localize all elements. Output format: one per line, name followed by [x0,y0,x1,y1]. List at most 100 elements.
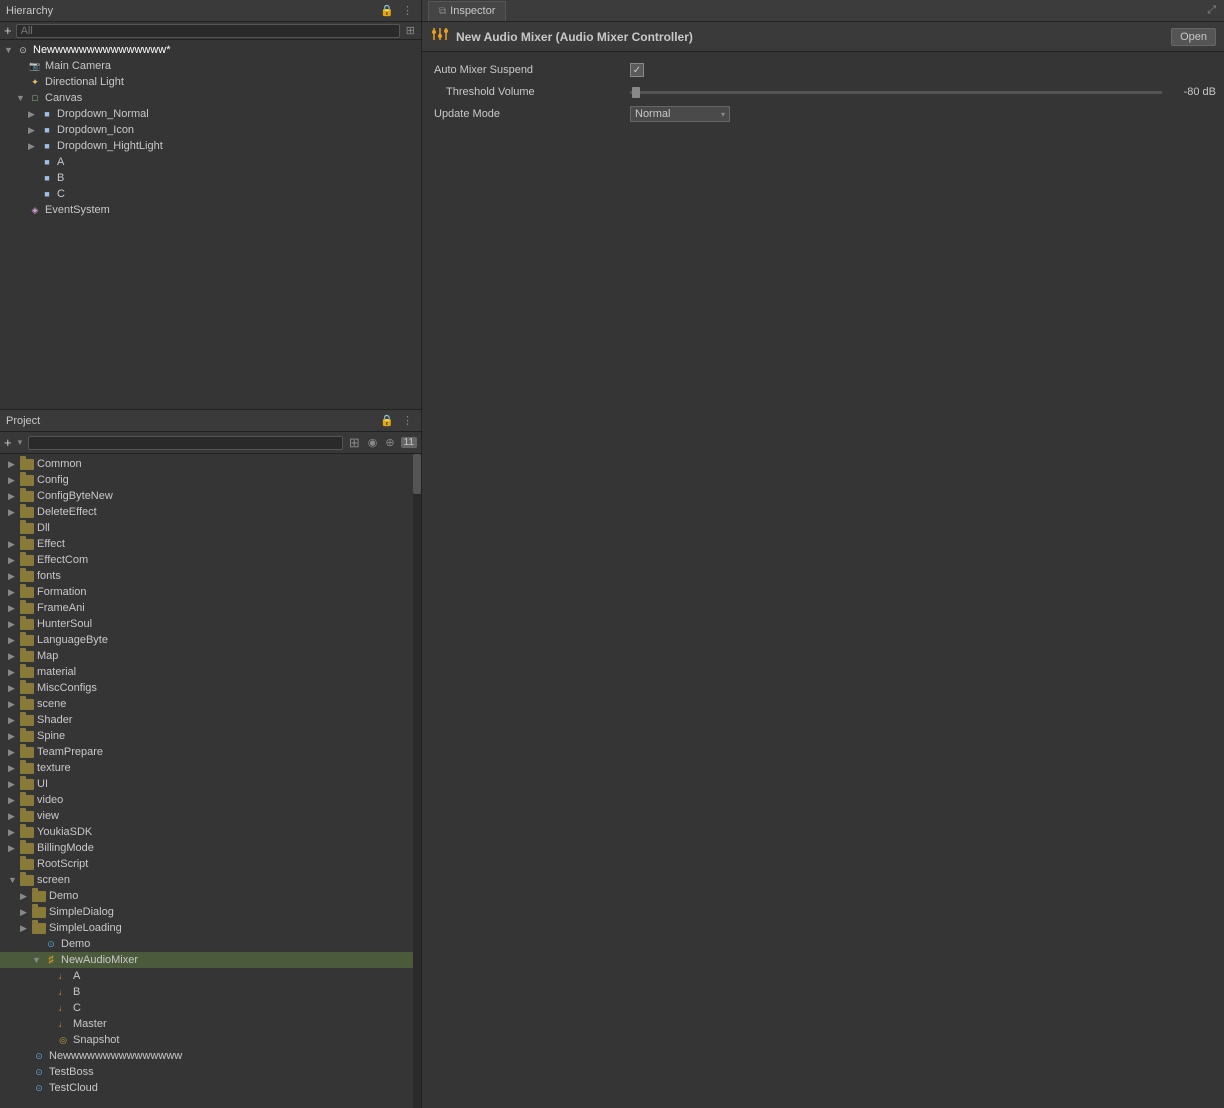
project-more-icon[interactable]: ⋮ [400,413,415,428]
folder-texture[interactable]: ▶ texture [0,760,421,776]
project-icon-2[interactable]: ◉ [366,435,380,450]
project-scrollbar-thumb[interactable] [413,454,421,494]
folder-label-view: view [37,810,59,822]
folder-demo[interactable]: ▶ Demo [0,888,421,904]
hierarchy-label-dropdown-icon: Dropdown_Icon [57,124,134,136]
folder-frameani[interactable]: ▶ FrameAni [0,600,421,616]
inspector-row-auto-mixer-suspend: Auto Mixer Suspend ✓ [430,60,1216,80]
inspector-slider-value-threshold: -80 dB [1166,86,1216,98]
folder-label-languagebyte: LanguageByte [37,634,108,646]
folder-shader[interactable]: ▶ Shader [0,712,421,728]
hierarchy-item-main-camera[interactable]: 📷 Main Camera [0,58,421,74]
inspector-open-button[interactable]: Open [1171,28,1216,46]
folder-label-youkiasdk: YoukiaSDK [37,826,92,838]
project-lock-icon[interactable]: 🔒 [378,413,396,428]
project-search-input[interactable] [28,436,343,450]
inspector-maximize-icon[interactable]: ⤢ [1205,3,1218,18]
folder-ui[interactable]: ▶ UI [0,776,421,792]
folder-rootscript[interactable]: ▶ RootScript [0,856,421,872]
hierarchy-title: Hierarchy [6,5,53,17]
project-add-button[interactable]: + [4,435,12,450]
project-icon-1[interactable]: ⊞ [347,434,362,452]
project-dropdown-arrow[interactable]: ▾ [16,436,25,449]
folder-formation[interactable]: ▶ Formation [0,584,421,600]
project-scrollbar-track[interactable] [413,454,421,1108]
hierarchy-panel: Hierarchy 🔒 ⋮ + ⊞ ▼ ⊙ Newwwwwwwwwwwwwww* [0,0,421,410]
hierarchy-search-input[interactable] [16,24,400,38]
folder-view[interactable]: ▶ view [0,808,421,824]
file-newaudiomixer[interactable]: ▼ ♯ NewAudioMixer [0,952,421,968]
folder-teamprepare[interactable]: ▶ TeamPrepare [0,744,421,760]
mixer-channel-a[interactable]: ▶ ♩ A [0,968,421,984]
hierarchy-item-c[interactable]: ■ C [0,186,421,202]
folder-map[interactable]: ▶ Map [0,648,421,664]
project-icon-3[interactable]: ⊕ [383,435,396,450]
hierarchy-lock-icon[interactable]: 🔒 [378,3,396,18]
inspector-label-update-mode: Update Mode [430,108,630,120]
file-testcloud[interactable]: ▶ ⊙ TestCloud [0,1080,421,1096]
folder-huntersoul[interactable]: ▶ HunterSoul [0,616,421,632]
folder-billingmode[interactable]: ▶ BillingMode [0,840,421,856]
hierarchy-item-a[interactable]: ■ A [0,154,421,170]
folder-common[interactable]: ▶ Common [0,456,421,472]
inspector-label-auto-mixer-suspend: Auto Mixer Suspend [430,64,630,76]
project-toolbar: + ▾ ⊞ ◉ ⊕ 11 [0,432,421,454]
folder-label-screen: screen [37,874,70,886]
mixer-label-c: C [73,1002,81,1014]
folder-material[interactable]: ▶ material [0,664,421,680]
inspector-checkbox-auto-mixer-suspend[interactable]: ✓ [630,63,644,77]
folder-effect[interactable]: ▶ Effect [0,536,421,552]
folder-label-billingmode: BillingMode [37,842,94,854]
folder-dll[interactable]: ▶ Dll [0,520,421,536]
inspector-tab[interactable]: ⧉ Inspector [428,1,506,21]
file-demo2[interactable]: ▶ ⊙ Demo [0,936,421,952]
folder-label-ui: UI [37,778,48,790]
folder-languagebyte[interactable]: ▶ LanguageByte [0,632,421,648]
hierarchy-item-dropdown-icon[interactable]: ▶ ■ Dropdown_Icon [0,122,421,138]
folder-label-huntersoul: HunterSoul [37,618,92,630]
folder-label-material: material [37,666,76,678]
mixer-channel-c[interactable]: ▶ ♩ C [0,1000,421,1016]
mixer-snapshot[interactable]: ▶ ◎ Snapshot [0,1032,421,1048]
folder-simpleloading[interactable]: ▶ SimpleLoading [0,920,421,936]
hierarchy-scene-root[interactable]: ▼ ⊙ Newwwwwwwwwwwwwww* [0,42,421,58]
folder-configbytenew[interactable]: ▶ ConfigByteNew [0,488,421,504]
folder-config[interactable]: ▶ Config [0,472,421,488]
hierarchy-add-button[interactable]: + [4,23,12,38]
hierarchy-label-directional-light: Directional Light [45,76,124,88]
folder-youkiasdk[interactable]: ▶ YoukiaSDK [0,824,421,840]
folder-deleteeffect[interactable]: ▶ DeleteEffect [0,504,421,520]
mixer-label-master: Master [73,1018,107,1030]
file-newwww[interactable]: ▶ ⊙ Newwwwwwwwwwwwwww [0,1048,421,1064]
mixer-channel-master[interactable]: ▶ ♩ Master [0,1016,421,1032]
folder-fonts[interactable]: ▶ fonts [0,568,421,584]
folder-label-spine: Spine [37,730,65,742]
folder-screen[interactable]: ▼ screen [0,872,421,888]
folder-simpledialog[interactable]: ▶ SimpleDialog [0,904,421,920]
hierarchy-item-directional-light[interactable]: ✦ Directional Light [0,74,421,90]
file-testboss[interactable]: ▶ ⊙ TestBoss [0,1064,421,1080]
folder-label-formation: Formation [37,586,87,598]
folder-miscconfigs[interactable]: ▶ MiscConfigs [0,680,421,696]
folder-video[interactable]: ▶ video [0,792,421,808]
hierarchy-search-icon[interactable]: ⊞ [404,23,417,38]
hierarchy-label-dropdown-normal: Dropdown_Normal [57,108,149,120]
inspector-dropdown-update-mode[interactable]: Normal ▾ [630,106,730,122]
inspector-panel: ⧉ Inspector ⤢ New Audio Mixer (Audio Mix… [422,0,1224,1108]
inspector-slider-threshold-volume[interactable]: -80 dB [630,86,1216,98]
folder-effectcom[interactable]: ▶ EffectCom [0,552,421,568]
hierarchy-item-dropdown-normal[interactable]: ▶ ■ Dropdown_Normal [0,106,421,122]
hierarchy-item-eventsystem[interactable]: ◈ EventSystem [0,202,421,218]
mixer-channel-b[interactable]: ▶ ♩ B [0,984,421,1000]
inspector-tab-label: Inspector [450,5,495,17]
hierarchy-item-dropdown-highlight[interactable]: ▶ ■ Dropdown_HightLight [0,138,421,154]
folder-spine[interactable]: ▶ Spine [0,728,421,744]
mixer-label-b: B [73,986,80,998]
hierarchy-item-b[interactable]: ■ B [0,170,421,186]
folder-scene[interactable]: ▶ scene [0,696,421,712]
mixer-label-snapshot: Snapshot [73,1034,119,1046]
hierarchy-item-canvas[interactable]: ▼ □ Canvas [0,90,421,106]
inspector-label-threshold-volume: Threshold Volume [430,86,630,98]
hierarchy-content: ▼ ⊙ Newwwwwwwwwwwwwww* 📷 Main Camera ✦ D… [0,40,421,409]
hierarchy-more-icon[interactable]: ⋮ [400,3,415,18]
